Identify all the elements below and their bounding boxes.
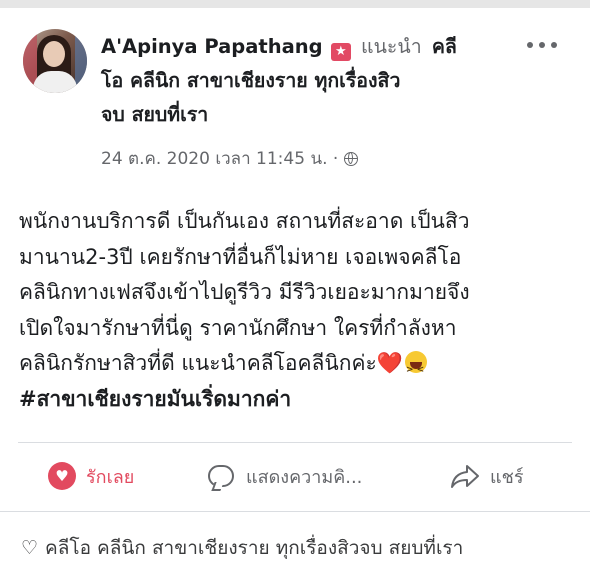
post-body: พนักงานบริการดี เป็นกันเอง สถานที่สะอาด … bbox=[19, 204, 579, 417]
globe-icon bbox=[343, 152, 358, 166]
more-dot bbox=[551, 42, 557, 48]
page-name-part1[interactable]: คลี bbox=[432, 35, 457, 58]
avatar-body bbox=[33, 71, 77, 93]
avatar[interactable] bbox=[23, 29, 87, 93]
avatar-background-right bbox=[75, 29, 87, 93]
share-arrow-icon bbox=[451, 465, 479, 488]
comment-label: แสดงความคิ... bbox=[246, 466, 363, 488]
divider bbox=[0, 511, 590, 512]
more-dot bbox=[539, 42, 545, 48]
post-header: A'Apinya Papathang ★ แนะนำ คลี โอ คลีนิก… bbox=[101, 30, 501, 132]
like-button[interactable]: ♥ รักเลย bbox=[48, 458, 134, 494]
post-actions-bar: ♥ รักเลย แสดงความคิ... แชร์ bbox=[0, 448, 590, 504]
post-timestamp[interactable]: 24 ต.ค. 2020 เวลา 11:45 น. bbox=[101, 149, 327, 169]
post-body-line-last: คลินิกรักษาสิวที่ดี แนะนำคลีโอคลีนิกค่ะ❤… bbox=[19, 346, 579, 389]
author-name[interactable]: A'Apinya Papathang bbox=[101, 35, 323, 58]
share-button[interactable]: แชร์ bbox=[450, 458, 524, 494]
hashtag-link[interactable]: #สาขาเชียงรายมันเริ่ดมากค่า bbox=[19, 382, 579, 418]
recommends-label: แนะนำ bbox=[361, 35, 422, 58]
more-options-icon[interactable] bbox=[527, 35, 567, 55]
post-body-line: มานาน2-3ปี เคยรักษาที่อื่นก็ไม่หาย เจอเพ… bbox=[19, 244, 462, 269]
post-body-line: เปิดใจมารักษาที่นี่ดู ราคานักศึกษา ใครที… bbox=[19, 315, 457, 340]
divider bbox=[18, 442, 572, 443]
share-label: แชร์ bbox=[490, 466, 524, 488]
more-dot bbox=[527, 42, 533, 48]
heart-outline-icon: ♡ bbox=[21, 537, 39, 559]
laughing-emoji-icon bbox=[404, 351, 427, 389]
comment-bubble-icon bbox=[208, 465, 234, 487]
page-name-part2[interactable]: โอ คลีนิก สาขาเชียงราย ทุกเรื่องสิว bbox=[101, 69, 400, 92]
footer-page-label: คลีโอ คลีนิก สาขาเชียงราย ทุกเรื่องสิวจบ… bbox=[45, 537, 464, 559]
avatar-face bbox=[43, 41, 65, 67]
post-meta: 24 ต.ค. 2020 เวลา 11:45 น. · bbox=[101, 148, 358, 170]
recommended-page-link[interactable]: ♡ คลีโอ คลีนิก สาขาเชียงราย ทุกเรื่องสิว… bbox=[21, 533, 463, 563]
recommend-badge-icon: ★ bbox=[330, 43, 351, 61]
post-body-line: พนักงานบริการดี เป็นกันเอง สถานที่สะอาด … bbox=[19, 209, 470, 233]
page-name-part3[interactable]: จบ สยบที่เรา bbox=[101, 103, 208, 126]
meta-separator: · bbox=[332, 149, 339, 169]
heart-icon: ♥ bbox=[48, 462, 76, 490]
recommendation-post-card: A'Apinya Papathang ★ แนะนำ คลี โอ คลีนิก… bbox=[0, 8, 590, 577]
heart-emoji: ❤️ bbox=[376, 351, 403, 375]
comment-button[interactable]: แสดงความคิ... bbox=[208, 458, 362, 494]
post-body-line: คลินิกทางเฟสจึงเข้าไปดูรีวิว มีรีวิวเยอะ… bbox=[19, 280, 470, 304]
post-body-text: คลินิกรักษาสิวที่ดี แนะนำคลีโอคลีนิกค่ะ bbox=[19, 351, 377, 375]
like-label: รักเลย bbox=[86, 466, 135, 488]
